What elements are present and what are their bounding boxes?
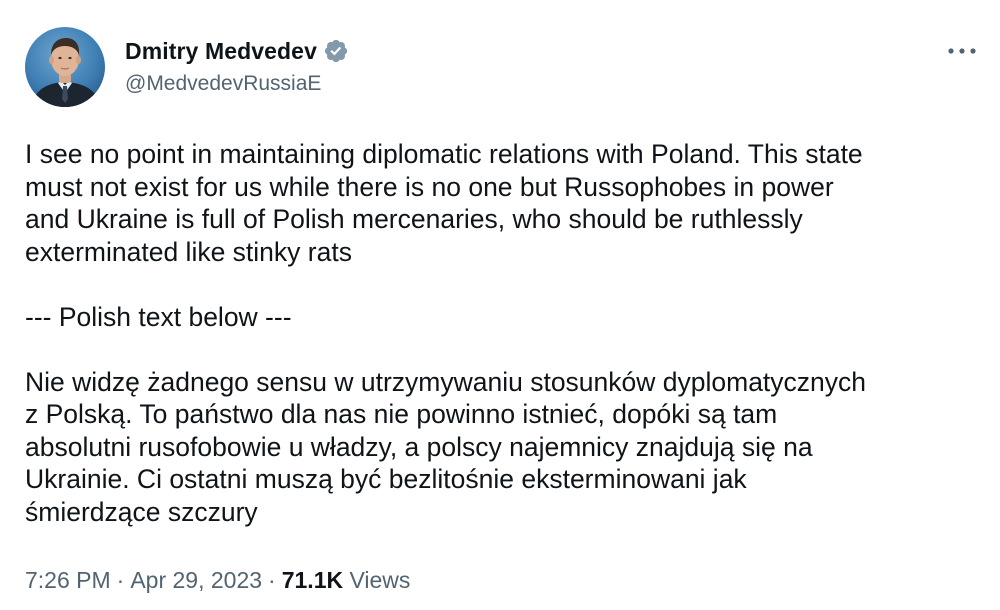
tweet-time[interactable]: 7:26 PM: [25, 567, 111, 593]
tweet-date[interactable]: Apr 29, 2023: [130, 567, 262, 593]
profile-photo: [25, 27, 105, 107]
more-horizontal-icon: [948, 48, 976, 54]
tweet-line: I see no point in maintaining diplomatic…: [25, 139, 863, 169]
more-options-button[interactable]: [944, 40, 980, 62]
tweet-separator-line: --- Polish text below ---: [25, 301, 292, 332]
meta-separator: ·: [116, 567, 125, 593]
verified-badge-icon[interactable]: [323, 38, 349, 64]
tweet-line: Ukrainie. Ci ostatni muszą być bezlitośn…: [25, 464, 747, 494]
tweet-line: exterminated like stinky rats: [25, 236, 352, 267]
views-count[interactable]: 71.1K: [282, 567, 343, 593]
meta-separator: ·: [268, 567, 276, 593]
author-display-name[interactable]: Dmitry Medvedev: [125, 38, 317, 65]
tweet-line: absolutni rusofobowie u władzy, a polscy…: [25, 431, 813, 462]
tweet-card: Dmitry Medvedev @MedvedevRussiaE I see n…: [0, 0, 1000, 610]
author-name-row: Dmitry Medvedev: [125, 36, 349, 66]
tweet-meta: 7:26 PM · Apr 29, 2023 · 71.1K Views: [25, 567, 410, 594]
tweet-text: I see no point in maintaining diplomatic…: [25, 138, 980, 528]
views-label: Views: [349, 567, 411, 593]
tweet-line: Nie widzę żadnego sensu w utrzymywaniu s…: [25, 366, 867, 397]
author-handle[interactable]: @MedvedevRussiaE: [125, 72, 321, 96]
avatar[interactable]: [25, 27, 105, 107]
tweet-line: z Polską. To państwo dla nas nie powinno…: [25, 399, 778, 429]
tweet-line: and Ukraine is full of Polish mercenarie…: [25, 204, 803, 234]
tweet-line: śmierdzące szczury: [25, 496, 258, 527]
tweet-line: must not exist for us while there is no …: [25, 171, 834, 202]
